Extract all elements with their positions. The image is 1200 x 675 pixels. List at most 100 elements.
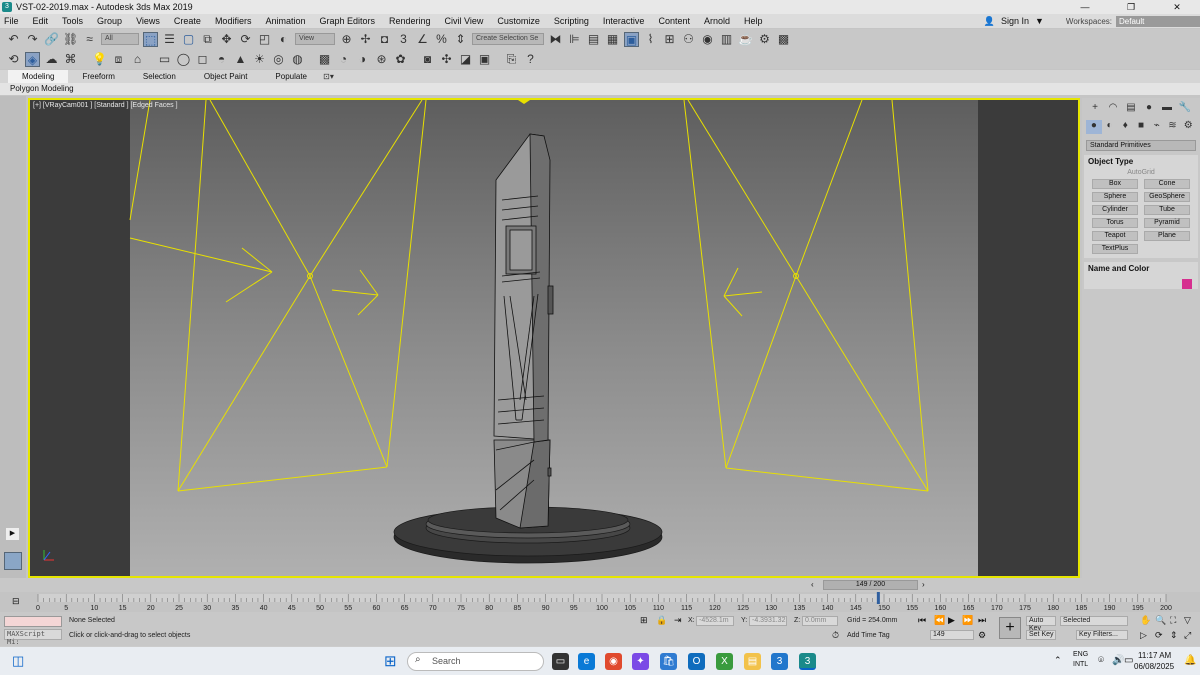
lock-icon[interactable]: 🔒 — [656, 615, 667, 626]
network-icon[interactable]: ⌾ — [1098, 655, 1104, 666]
language-indicator[interactable]: ENG — [1073, 651, 1088, 658]
menu-create[interactable]: Create — [174, 16, 201, 26]
chevron-down-icon[interactable]: ▼ — [1035, 16, 1044, 26]
export-icon[interactable]: ⎘ — [504, 52, 519, 67]
time-slider[interactable]: 149 / 200 — [823, 580, 918, 590]
modify-tab-icon[interactable]: ◠ — [1104, 102, 1122, 116]
clock-time[interactable]: 11:17 AM — [1138, 651, 1171, 660]
scene-explorer-icon[interactable]: ▤ — [586, 32, 601, 47]
redo-icon[interactable]: ↷ — [25, 32, 40, 47]
material-editor-icon[interactable]: ◉ — [700, 32, 715, 47]
menu-rendering[interactable]: Rendering — [389, 16, 431, 26]
create-tab-icon[interactable]: + — [1086, 102, 1104, 116]
menu-interactive[interactable]: Interactive — [603, 16, 645, 26]
track-bar[interactable]: ⊟ 0 5 10 15 20 25 30 35 40 45 50 55 60 65 70 75 80 85 90 95… — [0, 592, 1200, 612]
menu-animation[interactable]: Animation — [265, 16, 305, 26]
time-config-icon[interactable]: ⚙ — [978, 630, 986, 641]
geosphere-button[interactable]: GeoSphere — [1144, 192, 1190, 202]
proxy-icon[interactable]: ⧈ — [111, 52, 126, 67]
render-icon[interactable]: ⚙ — [757, 32, 772, 47]
next-frame-icon[interactable]: › — [922, 580, 925, 589]
menu-file[interactable]: File — [4, 16, 19, 26]
cone-button[interactable]: Cone — [1144, 179, 1190, 189]
key-filters-button[interactable]: Key Filters... — [1076, 630, 1128, 640]
plane-icon[interactable]: ▭ — [157, 52, 172, 67]
snaps-toggle-icon[interactable]: 3 — [396, 32, 411, 47]
reference-coord-dropdown[interactable]: View — [295, 33, 335, 45]
rotate-icon[interactable]: ⟳ — [238, 32, 253, 47]
lightbulb-icon[interactable]: 💡 — [92, 52, 107, 67]
name-color-title[interactable]: Name and Color — [1084, 262, 1198, 275]
set-key-plus-icon[interactable]: + — [999, 617, 1021, 639]
absolute-mode-icon[interactable]: ⇥ — [674, 615, 682, 626]
select-object-icon[interactable]: ⬚ — [143, 31, 158, 47]
viewport-label[interactable]: [+] [VRayCam001 ] [Standard ] [Edged Fac… — [33, 102, 178, 109]
plane-button[interactable]: Plane — [1144, 231, 1190, 241]
clock-date[interactable]: 06/08/2025 — [1134, 662, 1174, 671]
maxscript-listener-pink[interactable] — [4, 616, 62, 627]
mesh-icon[interactable]: ▩ — [317, 52, 332, 67]
angle-snap-icon[interactable]: ∠ — [415, 32, 430, 47]
walkthrough-icon[interactable]: ▷ — [1140, 630, 1147, 641]
ribbon-sub-panel[interactable]: Polygon Modeling — [0, 83, 1200, 95]
chrome-icon[interactable]: ◉ — [605, 653, 622, 670]
decal-icon[interactable]: ✿ — [393, 52, 408, 67]
systems-icon[interactable]: ⚙ — [1180, 120, 1196, 134]
render-production-icon[interactable]: ▩ — [776, 32, 791, 47]
hierarchy-tab-icon[interactable]: ▤ — [1122, 102, 1140, 116]
dolly-icon[interactable]: ⇕ — [1170, 630, 1178, 641]
sign-in-button[interactable]: Sign In — [1001, 16, 1029, 26]
utilities-tab-icon[interactable]: 🔧 — [1176, 102, 1194, 116]
windows-start-icon[interactable]: ⊞ — [384, 652, 397, 670]
volume-icon[interactable]: 🔊 — [1112, 655, 1124, 666]
motion-tab-icon[interactable]: ● — [1140, 102, 1158, 116]
render-setup-icon[interactable]: ▥ — [719, 32, 734, 47]
viewport[interactable]: [+] [VRayCam001 ] [Standard ] [Edged Fac… — [28, 98, 1080, 578]
selection-filter-dropdown[interactable]: All — [101, 33, 139, 45]
menu-edit[interactable]: Edit — [33, 16, 49, 26]
tray-chevron-icon[interactable]: ⌃ — [1054, 655, 1062, 666]
zoom-extents-icon[interactable]: ⛶ — [1170, 615, 1176, 626]
vray-icon[interactable]: ◈ — [25, 51, 40, 67]
lights-icon[interactable]: ♦ — [1117, 120, 1133, 134]
workspace-dropdown[interactable]: Default — [1116, 15, 1200, 27]
edge-browser-icon[interactable]: e — [578, 653, 595, 670]
set-key-button[interactable]: Set Key — [1026, 630, 1056, 640]
maximize-viewport-icon[interactable]: ⤢ — [1184, 630, 1191, 641]
rendered-frame-icon[interactable]: ☕ — [738, 32, 753, 47]
next-key-icon[interactable]: ⏩ — [962, 615, 973, 626]
obelisk-mesh[interactable] — [493, 133, 554, 529]
excel-icon[interactable]: X — [716, 653, 733, 670]
object-color-swatch[interactable] — [1182, 279, 1192, 289]
menu-arnold[interactable]: Arnold — [704, 16, 730, 26]
menu-civil-view[interactable]: Civil View — [445, 16, 484, 26]
spacewarps-icon[interactable]: ≋ — [1165, 120, 1181, 134]
primitive-type-dropdown[interactable]: Standard Primitives — [1086, 140, 1196, 151]
task-view-icon[interactable]: ▭ — [552, 653, 569, 670]
auto-key-button[interactable]: Auto Key — [1026, 616, 1056, 632]
keyboard-shortcut-icon[interactable]: ◘ — [377, 32, 392, 47]
menu-tools[interactable]: Tools — [62, 16, 83, 26]
menu-modifiers[interactable]: Modifiers — [215, 16, 252, 26]
pan-icon[interactable]: ✋ — [1140, 615, 1151, 626]
scale-icon[interactable]: ◰ — [257, 32, 272, 47]
minimize-button[interactable]: — — [1062, 0, 1108, 14]
undo-icon[interactable]: ↶ — [6, 32, 21, 47]
orbit-icon[interactable]: ⟲ — [6, 52, 21, 67]
go-to-start-icon[interactable]: ⏮ — [918, 615, 926, 626]
window-crossing-icon[interactable]: ⧉ — [200, 32, 215, 47]
ribbon-options-icon[interactable]: ⊡▾ — [321, 69, 336, 84]
toggle-ribbon-icon[interactable]: ▣ — [624, 31, 639, 47]
scene-icon[interactable]: ⌘ — [63, 52, 78, 67]
shapes-icon[interactable]: ◐ — [1102, 120, 1118, 134]
menu-group[interactable]: Group — [97, 16, 122, 26]
tab-object-paint[interactable]: Object Paint — [190, 70, 262, 83]
geometry-icon[interactable]: ● — [1086, 120, 1102, 134]
sphere-button[interactable]: Sphere — [1092, 192, 1138, 202]
layout-indicator[interactable]: INTL — [1073, 661, 1088, 668]
menu-scripting[interactable]: Scripting — [554, 16, 589, 26]
frame-buffer-icon[interactable]: ◙ — [420, 52, 435, 67]
sun-icon[interactable]: ☀ — [252, 52, 267, 67]
teapot-button[interactable]: Teapot — [1092, 231, 1138, 241]
add-time-tag-button[interactable]: Add Time Tag — [847, 632, 890, 639]
